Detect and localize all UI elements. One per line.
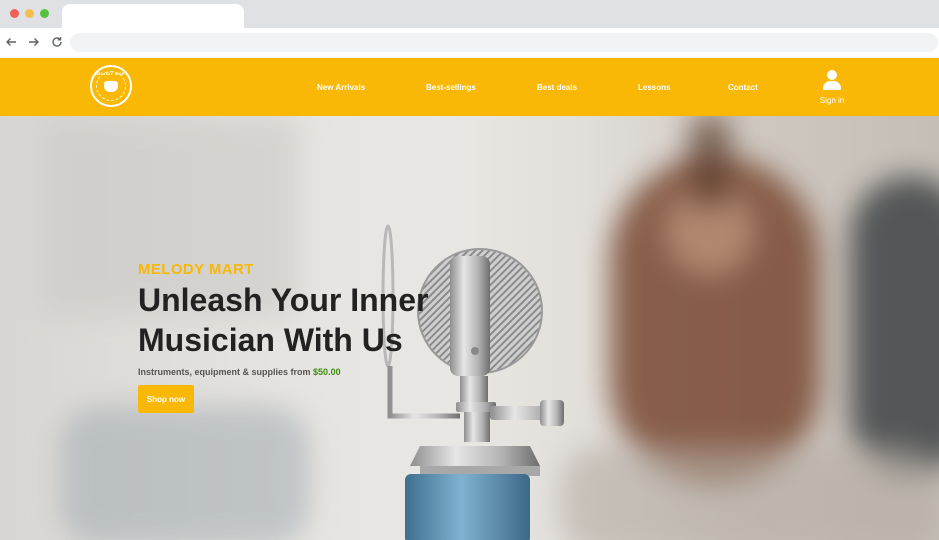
hero-subline: Instruments, equipment & supplies from $… xyxy=(138,367,518,377)
nav-contact[interactable]: Contact xyxy=(728,83,758,92)
reload-icon[interactable] xyxy=(49,34,65,50)
logo-mascot-icon xyxy=(104,80,118,92)
hero-headline: Unleash Your Inner Musician With Us xyxy=(138,280,518,360)
browser-tab[interactable] xyxy=(62,4,244,29)
site-header: MELODY MART New Arrivals Best-sellings B… xyxy=(0,58,939,116)
maximize-window-icon[interactable] xyxy=(40,9,49,18)
back-arrow-icon[interactable] xyxy=(3,34,19,50)
hero-subline-text: Instruments, equipment & supplies from xyxy=(138,367,311,377)
site-logo[interactable]: MELODY MART xyxy=(90,65,132,107)
sign-in-button[interactable]: Sign in xyxy=(814,70,850,108)
nav-best-sellings[interactable]: Best-sellings xyxy=(426,83,476,92)
logo-text: MELODY MART xyxy=(94,71,128,76)
browser-chrome xyxy=(0,0,939,58)
hero-brand: MELODY MART xyxy=(138,261,254,278)
hero-headline-line-1: Unleash Your Inner xyxy=(138,282,429,318)
browser-toolbar xyxy=(0,28,939,58)
nav-lessons[interactable]: Lessons xyxy=(638,83,670,92)
close-window-icon[interactable] xyxy=(10,9,19,18)
minimize-window-icon[interactable] xyxy=(25,9,34,18)
shop-now-button[interactable]: Shop now xyxy=(138,385,194,413)
hero-price: $50.00 xyxy=(313,367,341,377)
hero-headline-line-2: Musician With Us xyxy=(138,322,403,358)
nav-best-deals[interactable]: Best deals xyxy=(537,83,577,92)
hero-banner: MELODY MART Unleash Your Inner Musician … xyxy=(0,116,939,540)
forward-arrow-icon[interactable] xyxy=(26,34,42,50)
user-icon xyxy=(822,70,842,90)
hero-content: MELODY MART Unleash Your Inner Musician … xyxy=(138,261,518,413)
tab-strip xyxy=(0,0,939,29)
hero-bg-shelf xyxy=(60,406,310,540)
address-bar[interactable] xyxy=(70,33,938,52)
hero-bg-guitar-2 xyxy=(850,176,939,476)
sign-in-label: Sign in xyxy=(819,96,845,105)
nav-new-arrivals[interactable]: New Arrivals xyxy=(317,83,365,92)
hero-bg-guitar-neck xyxy=(690,116,730,206)
hero-bg-floor xyxy=(560,446,939,540)
